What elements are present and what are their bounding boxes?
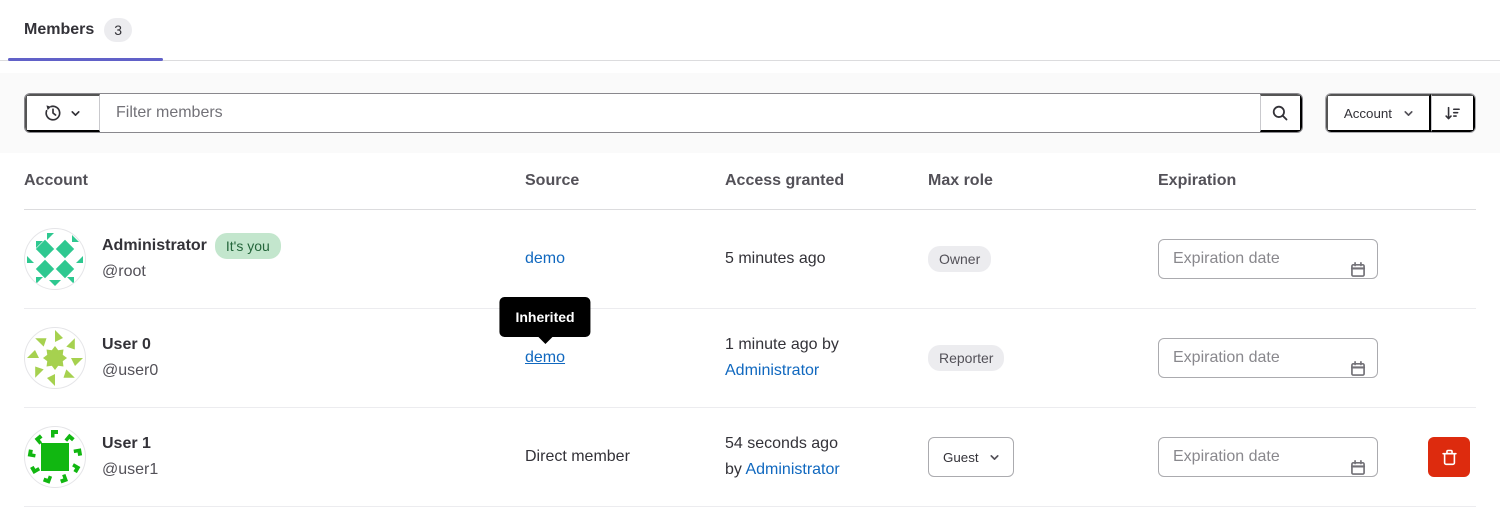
member-username: @root [102, 259, 281, 285]
avatar[interactable] [24, 327, 86, 389]
expiration-date-input[interactable] [1158, 437, 1378, 477]
access-granted-cell: 1 minute ago by Administrator [725, 332, 928, 384]
tab-members-label: Members [24, 21, 94, 39]
expiration-cell [1158, 338, 1402, 378]
history-icon [44, 104, 62, 122]
access-granted-cell: 54 seconds ago by Administrator [725, 431, 928, 483]
access-granted-by-link[interactable]: Administrator [725, 362, 819, 379]
max-role-badge: Owner [928, 246, 991, 272]
header-source: Source [525, 172, 725, 190]
trash-icon [1441, 449, 1458, 466]
inherited-tooltip: Inherited [499, 297, 590, 337]
members-count-badge: 3 [104, 18, 132, 42]
member-info: User 1 @user1 [102, 431, 158, 483]
header-expiration: Expiration [1158, 172, 1402, 190]
member-username: @user1 [102, 457, 158, 483]
max-role-dropdown-label: Guest [943, 450, 979, 465]
max-role-cell: Reporter [928, 345, 1158, 372]
members-table: Account Source Access granted Max role E… [0, 153, 1500, 507]
chevron-down-icon [1402, 107, 1415, 120]
expiration-date-input[interactable] [1158, 338, 1378, 378]
max-role-badge: Reporter [928, 345, 1004, 371]
access-granted-text: 1 minute ago by [725, 336, 839, 353]
tab-bar: Members 3 [0, 0, 1500, 61]
expiration-cell [1158, 239, 1402, 279]
header-account: Account [24, 172, 525, 190]
tab-members[interactable]: Members 3 [8, 0, 148, 60]
sort-field-dropdown[interactable]: Account [1326, 94, 1431, 132]
max-role-cell: Guest [928, 437, 1158, 477]
search-icon [1271, 104, 1289, 122]
member-name[interactable]: User 0 [102, 332, 151, 358]
account-cell: User 1 @user1 [24, 426, 525, 488]
max-role-dropdown[interactable]: Guest [928, 437, 1014, 477]
remove-member-button[interactable] [1428, 437, 1470, 477]
filter-section: Account [0, 73, 1500, 153]
expiration-cell [1158, 437, 1402, 477]
member-name[interactable]: Administrator [102, 233, 207, 259]
access-granted-by-link[interactable]: Administrator [745, 461, 839, 478]
actions-cell [1402, 437, 1476, 477]
sort-lowest-icon [1444, 105, 1461, 122]
search-history-button[interactable] [25, 94, 100, 132]
filter-members-input[interactable] [100, 94, 1260, 132]
table-row: User 0 @user0 Inherited demo 1 minute ag… [24, 309, 1476, 408]
header-access-granted: Access granted [725, 172, 928, 190]
filtered-search-bar [24, 93, 1303, 133]
sort-control: Account [1325, 93, 1476, 133]
avatar[interactable] [24, 426, 86, 488]
source-text: Direct member [525, 448, 630, 465]
access-granted-cell: 5 minutes ago [725, 246, 928, 272]
chevron-down-icon [988, 451, 1001, 464]
active-tab-indicator [8, 58, 163, 61]
member-username: @user0 [102, 358, 158, 384]
search-button[interactable] [1260, 94, 1302, 132]
max-role-cell: Owner [928, 246, 1158, 273]
expiration-date-input[interactable] [1158, 239, 1378, 279]
source-cell: Inherited demo [525, 345, 725, 371]
source-cell: demo [525, 246, 725, 272]
source-cell: Direct member [525, 444, 725, 470]
source-link[interactable]: demo [525, 349, 565, 366]
sort-direction-button[interactable] [1431, 94, 1475, 132]
access-granted-text: 5 minutes ago [725, 250, 826, 267]
avatar[interactable] [24, 228, 86, 290]
chevron-down-icon [69, 107, 82, 120]
member-name[interactable]: User 1 [102, 431, 151, 457]
its-you-badge: It's you [215, 233, 281, 259]
table-row: Administrator It's you @root demo 5 minu… [24, 210, 1476, 309]
member-info: Administrator It's you @root [102, 233, 281, 285]
access-granted-text: 54 seconds ago [725, 435, 838, 452]
source-link[interactable]: demo [525, 250, 565, 267]
header-max-role: Max role [928, 172, 1158, 190]
account-cell: User 0 @user0 [24, 327, 525, 389]
account-cell: Administrator It's you @root [24, 228, 525, 290]
member-info: User 0 @user0 [102, 332, 158, 384]
table-row: User 1 @user1 Direct member 54 seconds a… [24, 408, 1476, 507]
table-header-row: Account Source Access granted Max role E… [24, 153, 1476, 210]
access-granted-by-prefix: by [725, 461, 742, 478]
sort-field-label: Account [1344, 106, 1392, 121]
